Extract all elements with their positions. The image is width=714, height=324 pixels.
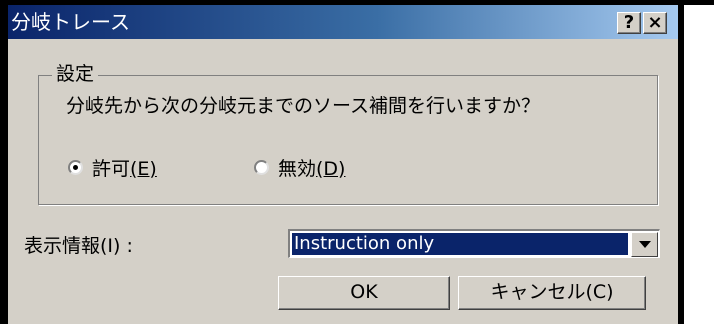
question-icon: ? [623,12,635,33]
settings-group-label: 設定 [52,62,99,86]
branch-trace-dialog: 分岐トレース ? × 設定 分岐先から次の分岐元までのソース補間を行いますか？ … [8,5,678,324]
frame-right-border [678,0,684,324]
disable-radio[interactable]: 無効(D) [254,153,345,181]
cancel-button[interactable]: キャンセル(C) [458,276,646,310]
enable-access-key: (E) [130,157,157,180]
radio-selected-icon [68,159,83,175]
radio-unselected-icon [254,159,269,175]
frame-left-border [0,0,8,324]
enable-radio-label: 許可 [92,157,131,180]
disable-access-key: (D) [316,157,346,180]
help-button[interactable]: ? [617,12,641,34]
enable-radio[interactable]: 許可(E) [68,153,157,181]
cancel-button-label: キャンセル(C) [490,281,614,303]
display-info-label: 表示情報(I) : [24,235,133,257]
source-interpolation-prompt: 分岐先から次の分岐元までのソース補間を行いますか？ [66,95,541,117]
ok-button[interactable]: OK [278,276,450,310]
close-icon: × [647,12,663,33]
display-info-select[interactable]: Instruction only [288,229,660,258]
dropdown-button[interactable] [631,232,658,257]
dialog-title: 分岐トレース [11,10,130,34]
title-bar: 分岐トレース ? × [8,5,678,39]
disable-radio-label: 無効 [278,157,317,180]
display-info-selected-value: Instruction only [292,233,628,255]
ok-button-label: OK [350,281,378,303]
close-button[interactable]: × [643,12,667,34]
chevron-down-icon [638,241,651,248]
